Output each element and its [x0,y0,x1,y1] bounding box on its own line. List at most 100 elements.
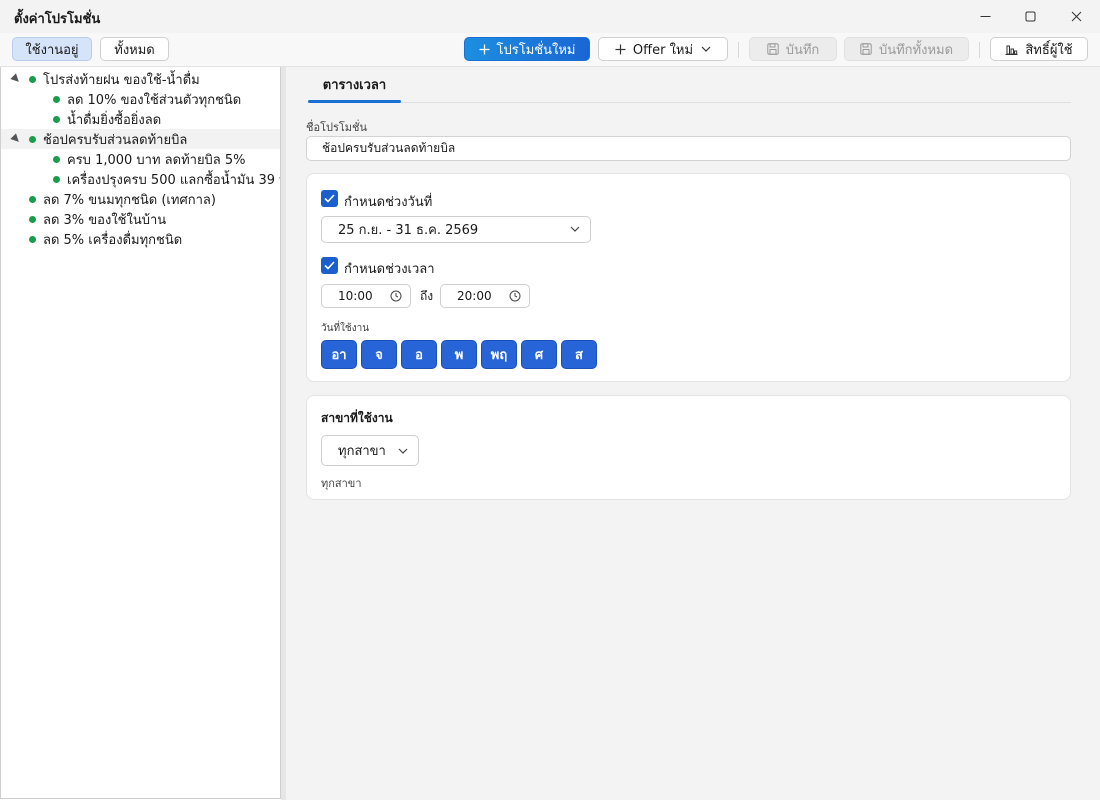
tree-item-label: ลด 3% ของใช้ในบ้าน [43,212,167,228]
tree-group-label: โปรส่งท้ายฝน ของใช้-น้ำดื่ม [43,72,200,88]
clock-icon[interactable] [509,290,521,302]
toolbar: ใช้งานอยู่ ทั้งหมด โปรโมชั่นใหม่ Offer ใ… [0,33,1100,67]
floppy-disk-icon [860,43,872,55]
tree-item[interactable]: ลด 7% ขนมทุกชนิด (เทศกาล) [1,189,280,209]
branch-helper-text: ทุกสาขา [321,477,362,490]
tab-schedule-label: ตารางเวลา [322,78,387,93]
status-dot-icon [29,195,36,203]
tree-group-1[interactable]: ช้อปครบรับส่วนลดท้ายบิล [1,129,280,149]
filter-active-label: ใช้งานอยู่ [25,42,79,58]
detail-panel: ตารางเวลา ชื่อโปรโมชั่น กำหนดช่วงวันที่ … [286,67,1100,800]
day-toggle-sat[interactable]: ส [561,340,597,369]
date-range-select[interactable]: 25 ก.ย. - 31 ธ.ค. 2569 [321,216,591,243]
tree-item[interactable]: ลด 5% เครื่องดื่มทุกชนิด [1,229,280,249]
tree-item-label: ครบ 1,000 บาท ลดท้ายบิล 5% [67,152,246,168]
checkmark-icon [324,194,335,203]
day-label: จ [375,348,383,363]
time-to-label: ถึง [420,289,434,303]
save-label: บันทึก [785,42,820,58]
day-toggle-sun[interactable]: อา [321,340,357,369]
close-button[interactable] [1053,0,1099,33]
minimize-icon [980,16,990,17]
tree-item[interactable]: น้ำดื่มยิ่งซื้อยิ่งลด [1,109,280,129]
tree-item[interactable]: ลด 3% ของใช้ในบ้าน [1,209,280,229]
tree-item[interactable]: ลด 10% ของใช้ส่วนตัวทุกชนิด [1,89,280,109]
branches-card: สาขาที่ใช้งาน ทุกสาขา ทุกสาขา [306,395,1071,500]
date-range-checkbox[interactable] [321,190,338,207]
day-label: พ [454,348,464,363]
filter-all-button[interactable]: ทั้งหมด [100,37,169,61]
status-dot-icon [29,135,36,143]
status-dot-icon [53,175,60,183]
day-label: ศ [534,348,544,363]
day-label: อา [331,348,347,363]
status-dot-icon [29,215,36,223]
plus-icon [479,44,490,54]
status-dot-icon [53,155,60,163]
minimize-button[interactable] [962,0,1008,33]
tree-item[interactable]: ครบ 1,000 บาท ลดท้ายบิล 5% [1,149,280,169]
status-dot-icon [53,115,60,123]
chevron-down-icon [398,448,408,454]
chevron-down-icon [701,46,711,52]
tree-group-0[interactable]: โปรส่งท้ายฝน ของใช้-น้ำดื่ม [1,69,280,89]
promotion-name-label: ชื่อโปรโมชั่น [306,121,368,134]
day-label: พฤ [490,348,508,363]
day-toggle-fri[interactable]: ศ [521,340,557,369]
new-offer-button[interactable]: Offer ใหม่ [598,37,728,61]
promotion-tree: โปรส่งท้ายฝน ของใช้-น้ำดื่ม ลด 10% ของใช… [0,67,281,799]
day-toggle-wed[interactable]: พ [441,340,477,369]
status-dot-icon [29,235,36,243]
new-promotion-label: โปรโมชั่นใหม่ [496,42,576,58]
maximize-icon [1025,11,1035,22]
chevron-down-icon [570,226,580,232]
title-bar: ตั้งค่าโปรโมชั่น [0,0,1100,33]
branch-select-value: ทุกสาขา [338,444,386,459]
day-toggle-mon[interactable]: จ [361,340,397,369]
plus-icon [615,44,626,54]
new-promotion-button[interactable]: โปรโมชั่นใหม่ [464,37,590,61]
time-from-input[interactable]: 10:00 [321,284,411,308]
maximize-button[interactable] [1007,0,1053,33]
save-all-button[interactable]: บันทึกทั้งหมด [844,37,969,61]
save-button[interactable]: บันทึก [749,37,837,61]
tree-item-label: ลด 7% ขนมทุกชนิด (เทศกาล) [43,192,216,208]
date-range-value: 25 ก.ย. - 31 ธ.ค. 2569 [338,223,479,238]
time-to-value: 20:00 [457,289,492,303]
time-range-checkbox[interactable] [321,257,338,274]
expand-triangle-icon[interactable] [10,133,22,145]
toolbar-separator [979,42,980,58]
checkmark-icon [324,261,335,270]
tree-item[interactable]: เครื่องปรุงครบ 500 แลกซื้อน้ำมัน 39 บาท [1,169,280,189]
chart-icon [1005,45,1018,55]
time-to-input[interactable]: 20:00 [440,284,530,308]
new-offer-label: Offer ใหม่ [632,42,694,58]
save-all-label: บันทึกทั้งหมด [878,42,954,58]
time-from-value: 10:00 [338,289,373,303]
tree-item-label: ลด 5% เครื่องดื่มทุกชนิด [43,232,183,248]
close-icon [1071,11,1081,22]
active-days-label: วันที่ใช้งาน [321,323,370,334]
floppy-disk-icon [767,43,779,55]
tree-item-label: เครื่องปรุงครบ 500 แลกซื้อน้ำมัน 39 บาท [67,172,281,188]
clock-icon[interactable] [390,290,402,302]
branches-title: สาขาที่ใช้งาน [321,411,393,425]
promotion-name-input[interactable] [306,136,1071,161]
status-dot-icon [53,95,60,103]
branch-select[interactable]: ทุกสาขา [321,435,419,466]
status-dot-icon [29,75,36,83]
day-toggle-thu[interactable]: พฤ [481,340,517,369]
time-range-checkbox-label: กำหนดช่วงเวลา [344,262,435,277]
schedule-card: กำหนดช่วงวันที่ 25 ก.ย. - 31 ธ.ค. 2569 ก… [306,173,1071,382]
permissions-label: สิทธิ์ผู้ใช้ [1025,42,1073,58]
filter-all-label: ทั้งหมด [114,42,155,58]
date-range-checkbox-label: กำหนดช่วงวันที่ [344,195,433,210]
day-toggle-tue[interactable]: อ [401,340,437,369]
day-label: ส [575,348,583,363]
tree-item-label: ลด 10% ของใช้ส่วนตัวทุกชนิด [67,92,242,108]
window-title: ตั้งค่าโปรโมชั่น [14,12,101,27]
permissions-button[interactable]: สิทธิ์ผู้ใช้ [990,37,1088,61]
filter-active-button[interactable]: ใช้งานอยู่ [12,37,92,61]
expand-triangle-icon[interactable] [10,73,22,85]
tree-group-label: ช้อปครบรับส่วนลดท้ายบิล [43,132,188,148]
